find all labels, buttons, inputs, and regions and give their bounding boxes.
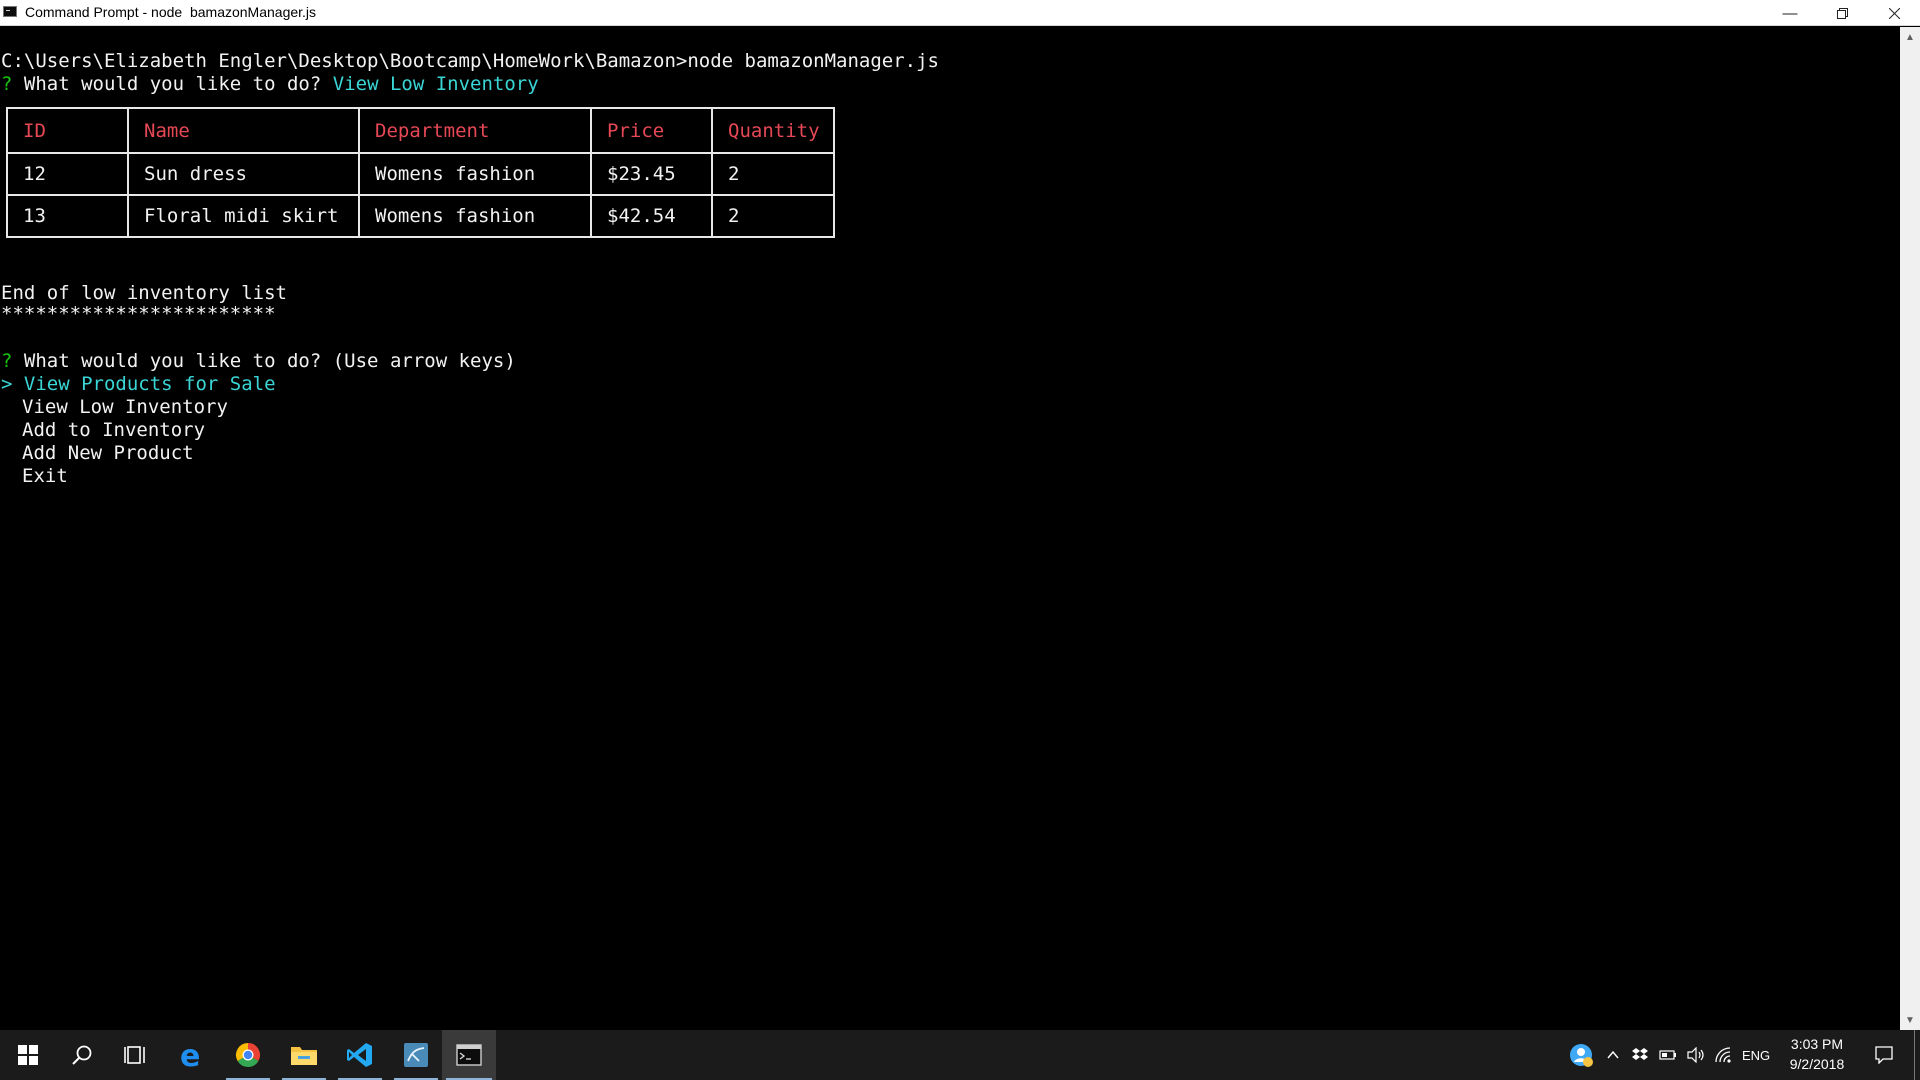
cell-id: 13 [6, 194, 129, 238]
command-prompt-app[interactable] [442, 1030, 496, 1080]
cell-department: Womens fashion [358, 152, 592, 196]
cell-quantity: 2 [711, 194, 835, 238]
wifi-icon [1715, 1047, 1731, 1063]
column-header-name: Name [127, 107, 360, 154]
clock[interactable]: 3:03 PM 9/2/2018 [1772, 1034, 1862, 1074]
restore-icon [1836, 7, 1848, 19]
close-button[interactable] [1868, 0, 1920, 26]
svg-text:e: e [180, 1041, 200, 1069]
window-title: Command Prompt - node bamazonManager.js [25, 4, 317, 20]
cell-price: $42.54 [590, 194, 713, 238]
windows-logo-icon [18, 1045, 38, 1065]
table-header-row: ID Name Department Price Quantity [6, 107, 835, 154]
low-inventory-table: ID Name Department Price Quantity 12 Sun… [6, 107, 835, 238]
menu-item-add-new-product[interactable]: Add New Product [22, 442, 194, 465]
table-row: 13 Floral midi skirt Womens fashion $42.… [6, 194, 835, 238]
volume-icon [1687, 1047, 1704, 1063]
search-button[interactable] [56, 1030, 108, 1080]
table-row: 12 Sun dress Womens fashion $23.45 2 [6, 152, 835, 196]
volume-tray-button[interactable] [1682, 1030, 1710, 1080]
console-output[interactable]: C:\Users\Elizabeth Engler\Desktop\Bootca… [0, 27, 1900, 1030]
edge-icon: e [180, 1041, 200, 1069]
prompt-mark: ? [1, 350, 13, 372]
file-explorer-icon [291, 1047, 317, 1065]
scroll-down-arrow-icon[interactable]: ▼ [1900, 1010, 1920, 1030]
action-center-button[interactable] [1862, 1030, 1906, 1080]
prompt-line-2: ? What would you like to do? (Use arrow … [1, 350, 516, 373]
chevron-up-icon [1607, 1050, 1619, 1059]
menu-item-exit[interactable]: Exit [22, 465, 68, 488]
prompt-mark: ? [1, 73, 13, 95]
vertical-scrollbar[interactable]: ▲ ▼ [1900, 27, 1920, 1030]
prompt-answer: View Low Inventory [332, 73, 539, 95]
file-explorer-app[interactable] [278, 1030, 330, 1080]
title-bar[interactable]: Command Prompt - node bamazonManager.js … [0, 0, 1920, 26]
command-line: C:\Users\Elizabeth Engler\Desktop\Bootca… [1, 50, 939, 72]
show-desktop-button[interactable] [1914, 1030, 1915, 1080]
dropbox-tray-button[interactable] [1626, 1030, 1654, 1080]
people-tray-button[interactable] [1556, 1030, 1606, 1080]
clock-date: 9/2/2018 [1789, 1056, 1845, 1072]
cell-name: Floral midi skirt [127, 194, 360, 238]
menu-item-view-low-inventory[interactable]: View Low Inventory [22, 396, 228, 419]
chrome-app[interactable] [222, 1030, 274, 1080]
menu-item-selected[interactable]: > View Products for Sale [1, 373, 276, 396]
mysql-workbench-app[interactable] [390, 1030, 442, 1080]
language-indicator[interactable]: ENG [1742, 1048, 1770, 1063]
taskbar: e ENG 3:03 PM 9/2/2018 [0, 1030, 1920, 1080]
prompt-line-1: ? What would you like to do? View Low In… [1, 73, 539, 96]
vscode-app[interactable] [334, 1030, 386, 1080]
start-button[interactable] [2, 1030, 54, 1080]
column-header-id: ID [6, 107, 129, 154]
menu-pointer: > [1, 373, 24, 395]
edge-app[interactable]: e [166, 1030, 218, 1080]
command-prompt-icon [3, 6, 17, 17]
separator-stars: ************************ [1, 303, 276, 325]
show-hidden-icons-button[interactable] [1600, 1030, 1626, 1080]
prompt-question: What would you like to do? (Use arrow ke… [12, 350, 516, 372]
cell-department: Womens fashion [358, 194, 592, 238]
scroll-up-arrow-icon[interactable]: ▲ [1900, 27, 1920, 47]
battery-icon [1659, 1050, 1676, 1060]
search-icon [72, 1045, 92, 1065]
battery-tray-button[interactable] [1654, 1030, 1682, 1080]
menu-item-add-to-inventory[interactable]: Add to Inventory [22, 419, 205, 442]
command-prompt-icon [456, 1044, 482, 1066]
mysql-workbench-icon [404, 1043, 428, 1067]
notification-icon [1875, 1046, 1893, 1064]
people-icon [1570, 1044, 1593, 1067]
column-header-price: Price [590, 107, 713, 154]
task-view-button[interactable] [110, 1030, 162, 1080]
end-of-list-text: End of low inventory list [1, 282, 287, 304]
minimize-button[interactable]: — [1764, 0, 1816, 26]
cell-price: $23.45 [590, 152, 713, 196]
dropbox-icon [1632, 1048, 1648, 1060]
column-header-department: Department [358, 107, 592, 154]
menu-item-label: View Products for Sale [23, 373, 276, 395]
clock-time: 3:03 PM [1790, 1036, 1844, 1052]
cell-id: 12 [6, 152, 129, 196]
chrome-icon [235, 1043, 261, 1068]
cell-quantity: 2 [711, 152, 835, 196]
cell-name: Sun dress [127, 152, 360, 196]
restore-button[interactable] [1816, 0, 1868, 26]
vscode-icon [347, 1043, 372, 1067]
task-view-icon [124, 1046, 145, 1064]
column-header-quantity: Quantity [711, 107, 835, 154]
wifi-tray-button[interactable] [1710, 1030, 1738, 1080]
close-icon [1888, 7, 1900, 19]
prompt-question: What would you like to do? [12, 73, 333, 95]
